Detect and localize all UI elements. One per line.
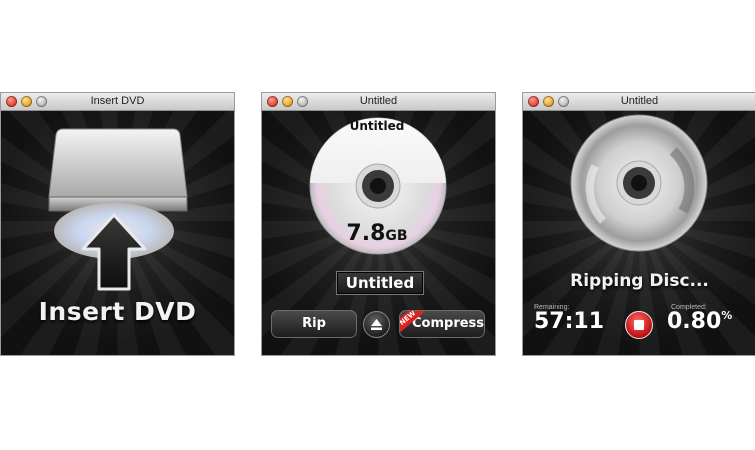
disc-size-value: 7.8 xyxy=(346,221,386,246)
disc-size-unit: GB xyxy=(385,228,408,244)
titlebar: Insert DVD xyxy=(1,93,234,111)
stop-icon xyxy=(634,320,644,330)
window-title: Insert DVD xyxy=(90,95,145,107)
ripping-status: Ripping Disc... xyxy=(570,271,709,291)
titlebar: Untitled xyxy=(523,93,755,111)
completed-unit: % xyxy=(721,309,733,322)
window-content: Ripping Disc... Remaining: Completed: 57… xyxy=(523,111,755,355)
window-content: Untitled 7.8GB Untitled Rip NEW Compress xyxy=(262,111,495,355)
disc-size-label: 7.8GB xyxy=(312,221,442,246)
insert-dvd-label: Insert DVD xyxy=(38,297,197,326)
ripping-window: Untitled Ripping Disc... Remaining: Comp… xyxy=(523,93,755,355)
insert-dvd-window: Insert DVD Insert DVD xyxy=(1,93,234,355)
eject-button[interactable] xyxy=(363,311,390,338)
stop-button[interactable] xyxy=(625,311,653,339)
window-title: Untitled xyxy=(359,95,398,107)
completed-value: 0.80 xyxy=(667,309,722,334)
disc-name-field[interactable]: Untitled xyxy=(336,271,424,295)
remaining-time: 57:11 xyxy=(534,309,605,334)
window-content: Insert DVD xyxy=(1,111,234,355)
eject-icon xyxy=(371,319,382,330)
rip-button[interactable]: Rip xyxy=(271,310,357,338)
titlebar: Untitled xyxy=(262,93,495,111)
completed-percent: 0.80% xyxy=(667,309,732,334)
disc-loaded-window: Untitled Untitled 7.8GB Untitled Rip NEW… xyxy=(262,93,495,355)
window-title: Untitled xyxy=(620,95,659,107)
disc-title-label: Untitled xyxy=(349,119,405,133)
compress-button[interactable]: NEW Compress xyxy=(399,310,485,338)
